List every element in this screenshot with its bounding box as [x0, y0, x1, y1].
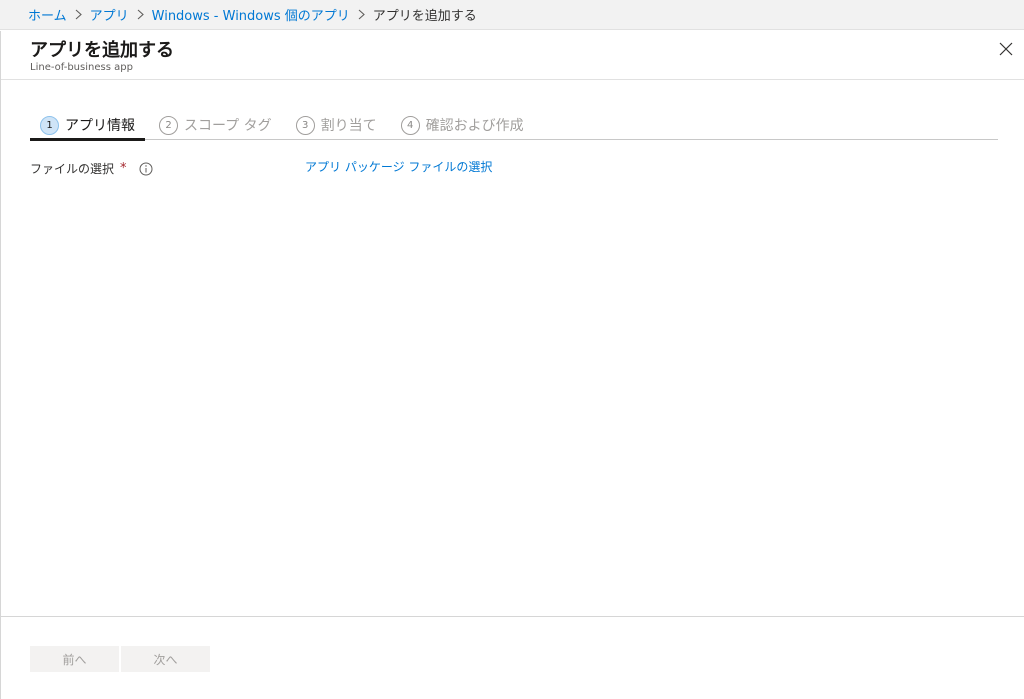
info-icon[interactable]: [138, 161, 153, 176]
step-number: 1: [40, 115, 59, 135]
previous-button[interactable]: 前へ: [30, 646, 119, 672]
tab-label: 確認および作成: [425, 118, 524, 134]
breadcrumb-apps[interactable]: アプリ: [90, 5, 129, 24]
blade-footer: 前へ 次へ: [1, 616, 1024, 699]
step-number: 3: [295, 115, 315, 135]
close-icon: [999, 42, 1013, 56]
field-label-text: ファイルの選択: [30, 162, 115, 176]
tab-app-info[interactable]: 1 アプリ情報: [30, 110, 145, 141]
tab-label: アプリ情報: [65, 118, 135, 134]
tab-label: スコープ タグ: [184, 118, 272, 134]
chevron-right-icon: [136, 9, 145, 20]
tab-assignments[interactable]: 3 割り当て: [286, 110, 387, 140]
select-app-package-link[interactable]: アプリ パッケージ ファイルの選択: [305, 158, 492, 175]
breadcrumb-windows-apps[interactable]: Windows - Windows 個のアプリ: [152, 5, 350, 24]
wizard-tabs: 1 アプリ情報 2 スコープ タグ 3 割り当て 4 確認および作成: [30, 110, 998, 141]
close-button[interactable]: [996, 39, 1016, 59]
tab-scope-tags[interactable]: 2 スコープ タグ: [149, 110, 282, 140]
tab-review-create[interactable]: 4 確認および作成: [391, 110, 534, 140]
breadcrumb: ホーム アプリ Windows - Windows 個のアプリ アプリを追加する: [0, 0, 1024, 30]
add-app-blade: アプリを追加する Line-of-business app 1 アプリ情報 2 …: [0, 31, 1024, 699]
breadcrumb-home[interactable]: ホーム: [28, 5, 67, 24]
chevron-right-icon: [74, 9, 83, 20]
file-select-row: ファイルの選択 * アプリ パッケージ ファイルの選択: [30, 158, 998, 182]
page-subtitle: Line-of-business app: [30, 62, 133, 73]
file-select-label: ファイルの選択 *: [30, 160, 127, 177]
step-number: 2: [159, 115, 178, 135]
tab-label: 割り当て: [320, 118, 377, 134]
step-number: 4: [400, 115, 420, 135]
required-indicator: *: [120, 161, 127, 176]
next-button[interactable]: 次へ: [121, 646, 210, 672]
breadcrumb-add-app: アプリを追加する: [372, 9, 477, 24]
blade-header: アプリを追加する Line-of-business app: [1, 31, 1024, 80]
page-title: アプリを追加する: [30, 40, 174, 61]
chevron-right-icon: [357, 9, 366, 20]
